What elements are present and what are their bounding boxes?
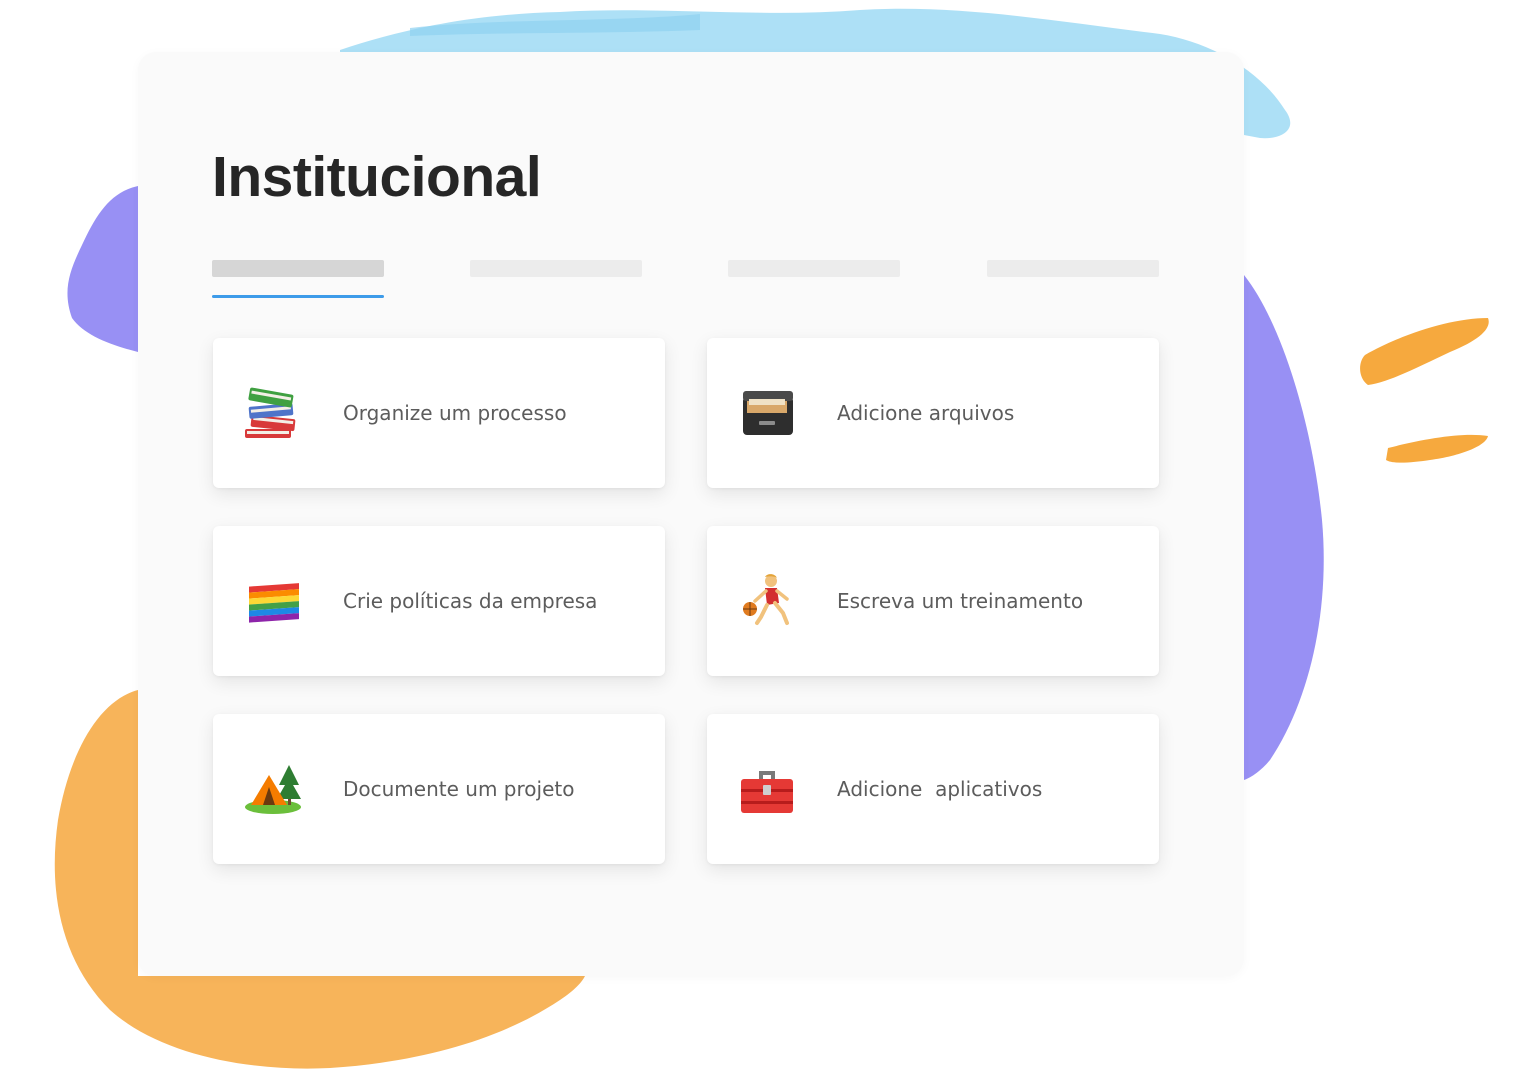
card-label: Crie políticas da empresa [343,589,598,613]
page-title: Institucional [212,145,542,209]
card-add-apps[interactable]: Adicione aplicativos [707,714,1159,864]
toolbox-icon [741,771,793,813]
card-label: Organize um processo [343,401,567,425]
card-label: Adicione aplicativos [837,777,1043,801]
card-organize-process[interactable]: Organize um processo [213,338,665,488]
tab-2-label-placeholder [470,260,642,277]
tab-4[interactable] [987,260,1159,300]
books-icon [245,387,296,438]
tab-2[interactable] [470,260,642,300]
active-tab-indicator [212,295,384,298]
tab-3[interactable] [728,260,900,300]
card-label: Adicione arquivos [837,401,1015,425]
stage: Institucional Organize um processo Adici… [0,0,1530,1080]
camping-tent-icon [245,765,301,814]
rainbow-flag-icon [249,583,299,623]
card-label: Documente um projeto [343,777,575,801]
card-company-policies[interactable]: Crie políticas da empresa [213,526,665,676]
card-label: Escreva um treinamento [837,589,1084,613]
basketball-player-icon [743,574,789,625]
file-cabinet-icon [743,391,793,435]
tab-4-label-placeholder [987,260,1159,277]
card-add-files[interactable]: Adicione arquivos [707,338,1159,488]
tab-1-label-placeholder [212,260,384,277]
tab-1[interactable] [212,260,384,300]
institucional-panel: Institucional Organize um processo Adici… [138,52,1244,976]
card-document-project[interactable]: Documente um projeto [213,714,665,864]
card-write-training[interactable]: Escreva um treinamento [707,526,1159,676]
tab-3-label-placeholder [728,260,900,277]
